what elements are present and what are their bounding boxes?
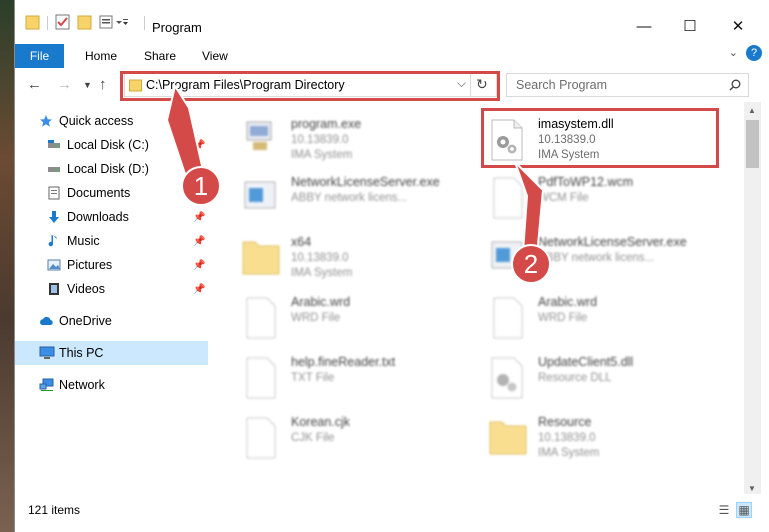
step-marker-1: 1 xyxy=(181,166,221,206)
desktop-background xyxy=(0,0,14,532)
instruction-arrows xyxy=(165,83,545,258)
step-marker-2: 2 xyxy=(511,244,551,284)
explorer-window: Program — ☐ ✕ File Home Share View ⌄ ? ←… xyxy=(14,0,769,532)
